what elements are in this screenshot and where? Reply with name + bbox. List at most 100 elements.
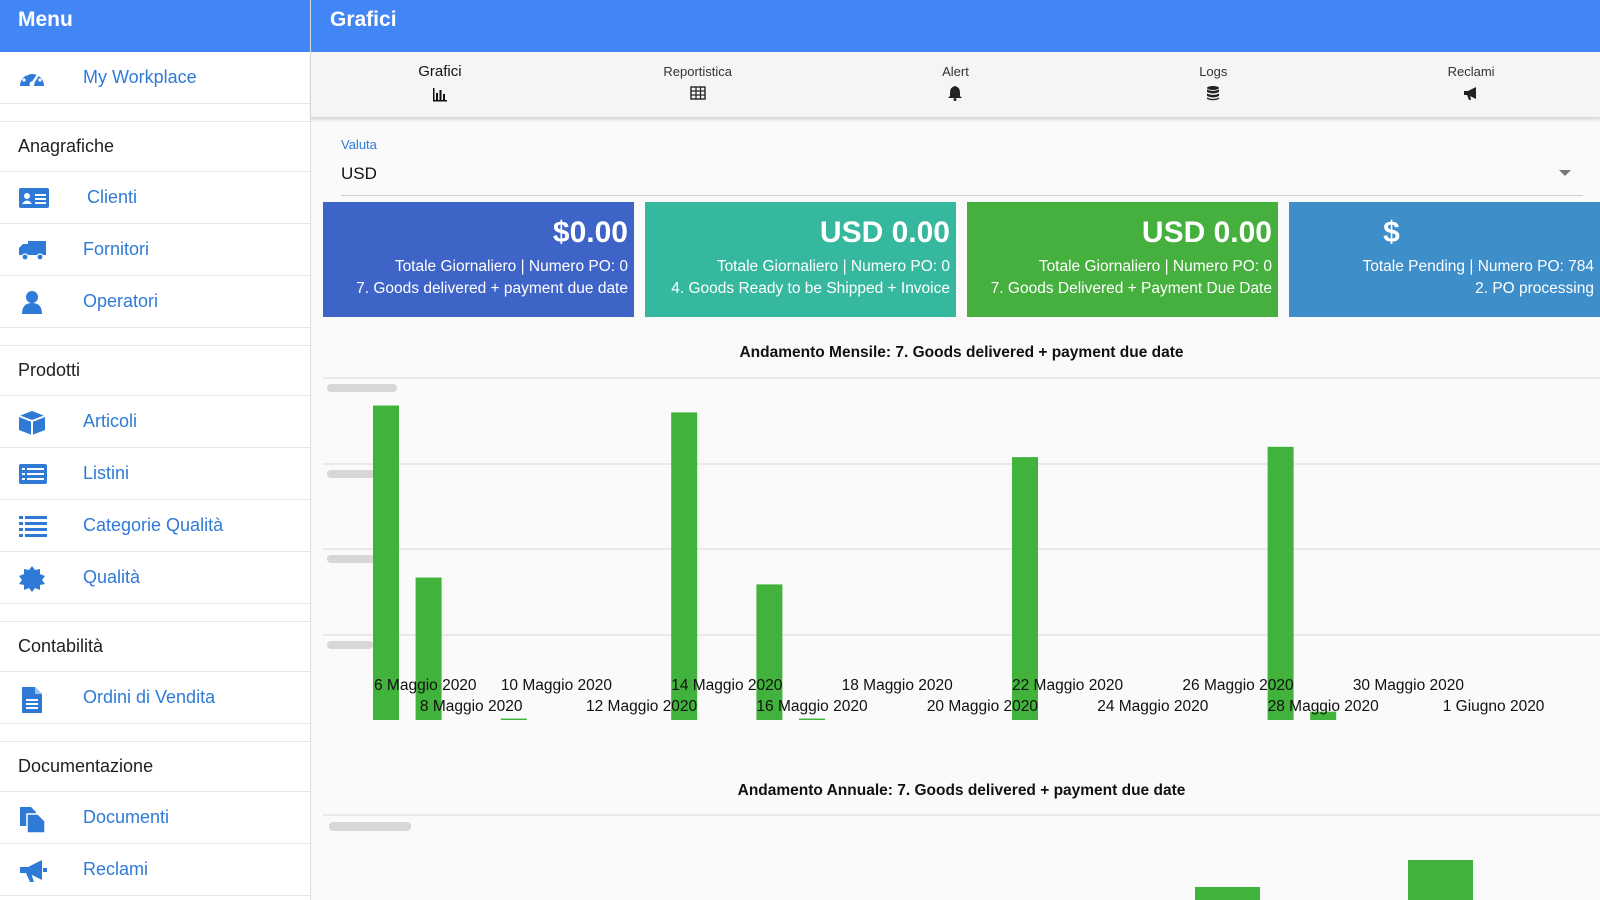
sidebar-item-ordini-di-vendita[interactable]: Ordini di Vendita bbox=[0, 672, 310, 724]
list-icon bbox=[18, 514, 47, 538]
x-tick-label: 14 Maggio 2020 bbox=[671, 677, 783, 694]
tab-reclami[interactable]: Reclami bbox=[1342, 52, 1600, 117]
chart-bar bbox=[500, 718, 527, 720]
tab-alert[interactable]: Alert bbox=[827, 52, 1085, 117]
tab-label: Grafici bbox=[418, 63, 462, 80]
card-subtitle: Totale Giornaliero | Numero PO: 0 bbox=[394, 258, 628, 275]
dashboard-gauge-icon bbox=[18, 66, 46, 90]
y-tick-label-blurred bbox=[329, 822, 411, 831]
tab-label: Logs bbox=[1199, 64, 1228, 79]
section-documentazione: Documentazione bbox=[0, 742, 310, 792]
sidebar-item-operatori[interactable]: Operatori bbox=[0, 276, 310, 328]
card-subtitle: Totale Giornaliero | Numero PO: 0 bbox=[1038, 258, 1272, 275]
x-tick-label: 18 Maggio 2020 bbox=[842, 677, 954, 694]
sidebar-item-label: My Workplace bbox=[83, 67, 197, 87]
sidebar-item-categorie-qualita[interactable]: Categorie Qualità bbox=[0, 500, 310, 552]
y-tick-label-blurred bbox=[327, 555, 381, 563]
annual-bar-chart bbox=[323, 814, 1600, 900]
sidebar-item-label: Fornitori bbox=[83, 239, 150, 259]
y-tick-label-blurred bbox=[327, 641, 373, 649]
card-amount: $ bbox=[1383, 216, 1400, 249]
sidebar-item-label: Listini bbox=[83, 463, 130, 483]
chart-bar bbox=[1195, 887, 1260, 900]
sidebar-item-label: Documenti bbox=[83, 807, 170, 827]
chart-bar bbox=[373, 405, 399, 720]
bar-chart-icon bbox=[432, 86, 448, 102]
certificate-icon bbox=[18, 566, 46, 592]
x-tick-label: 8 Maggio 2020 bbox=[420, 698, 523, 715]
bullhorn-icon bbox=[18, 858, 47, 882]
x-tick-label: 22 Maggio 2020 bbox=[1012, 677, 1124, 694]
currency-value: USD bbox=[341, 164, 377, 183]
chart-title-annual: Andamento Annuale: 7. Goods delivered + … bbox=[737, 782, 1186, 799]
sidebar-item-label: Articoli bbox=[83, 411, 138, 431]
sidebar-item-clienti[interactable]: Clienti bbox=[0, 172, 310, 224]
divider bbox=[0, 724, 310, 742]
divider bbox=[0, 104, 310, 122]
sidebar-item-my-workplace[interactable]: My Workplace bbox=[0, 52, 310, 104]
sidebar-item-qualita[interactable]: Qualità bbox=[0, 552, 310, 604]
section-prodotti: Prodotti bbox=[0, 346, 310, 396]
card-status: 7. Goods Delivered + Payment Due Date bbox=[990, 280, 1272, 297]
sidebar-item-label: Qualità bbox=[83, 567, 141, 587]
sidebar-item-label: Clienti bbox=[87, 187, 138, 207]
file-text-icon bbox=[18, 686, 46, 713]
card-subtitle: Totale Pending | Numero PO: 784 bbox=[1362, 258, 1595, 275]
database-icon bbox=[1205, 85, 1221, 101]
card-status: 2. PO processing bbox=[1475, 280, 1594, 297]
sidebar-item-label: Operatori bbox=[83, 291, 159, 311]
tab-bar: Grafici Reportistica Alert Logs Reclami bbox=[311, 52, 1600, 118]
tab-label: Reclami bbox=[1447, 64, 1495, 79]
summary-card: $ Totale Pending | Numero PO: 784 2. PO … bbox=[1289, 202, 1600, 317]
sidebar-item-articoli[interactable]: Articoli bbox=[0, 396, 310, 448]
x-tick-label: 26 Maggio 2020 bbox=[1182, 677, 1294, 694]
chart-bar bbox=[671, 412, 698, 720]
summary-card: USD 0.00 Totale Giornaliero | Numero PO:… bbox=[645, 202, 956, 317]
sidebar-item-listini[interactable]: Listini bbox=[0, 448, 310, 500]
tab-grafici[interactable]: Grafici bbox=[311, 52, 569, 117]
summary-card: USD 0.00 Totale Giornaliero | Numero PO:… bbox=[967, 202, 1278, 317]
main-content: Grafici Grafici Reportistica Alert Logs … bbox=[311, 0, 1600, 900]
tab-label: Alert bbox=[942, 64, 969, 79]
sidebar-title: Menu bbox=[0, 0, 310, 52]
y-tick-label-blurred bbox=[327, 384, 397, 392]
currency-label: Valuta bbox=[341, 137, 377, 152]
currency-select[interactable]: Valuta USD bbox=[341, 137, 1583, 196]
x-tick-label: 24 Maggio 2020 bbox=[1097, 698, 1209, 715]
summary-card: $0.00 Totale Giornaliero | Numero PO: 0 … bbox=[323, 202, 634, 317]
monthly-bar-chart: 6 Maggio 2020 8 Maggio 2020 10 Maggio 2020… bbox=[323, 377, 1600, 720]
sidebar: Menu My Workplace Anagrafiche Clienti Fo… bbox=[0, 0, 311, 900]
tab-reportistica[interactable]: Reportistica bbox=[569, 52, 827, 117]
x-tick-label: 1 Giugno 2020 bbox=[1443, 698, 1545, 715]
card-amount: $0.00 bbox=[552, 216, 628, 249]
x-tick-label: 6 Maggio 2020 bbox=[374, 677, 477, 694]
truck-icon bbox=[18, 238, 46, 262]
sidebar-item-label: Categorie Qualità bbox=[83, 515, 224, 535]
tab-logs[interactable]: Logs bbox=[1084, 52, 1342, 117]
tab-label: Reportistica bbox=[663, 64, 733, 79]
sidebar-item-documenti[interactable]: Documenti bbox=[0, 792, 310, 844]
bullhorn-icon bbox=[1463, 85, 1479, 101]
files-icon bbox=[18, 806, 46, 834]
card-subtitle: Totale Giornaliero | Numero PO: 0 bbox=[716, 258, 950, 275]
chart-bar bbox=[799, 718, 825, 720]
divider bbox=[0, 604, 310, 622]
bell-icon bbox=[947, 85, 963, 101]
cube-icon bbox=[18, 410, 46, 435]
chevron-down-icon bbox=[1559, 170, 1571, 176]
id-card-icon bbox=[18, 186, 49, 210]
x-tick-label: 10 Maggio 2020 bbox=[501, 677, 613, 694]
table-icon bbox=[689, 85, 706, 101]
divider bbox=[0, 328, 310, 346]
card-status: 7. Goods delivered + payment due date bbox=[356, 280, 628, 297]
section-contabilita: Contabilità bbox=[0, 622, 310, 672]
sidebar-item-fornitori[interactable]: Fornitori bbox=[0, 224, 310, 276]
card-amount: USD 0.00 bbox=[1141, 216, 1272, 249]
x-tick-label: 28 Maggio 2020 bbox=[1268, 698, 1380, 715]
sidebar-item-reclami[interactable]: Reclami bbox=[0, 844, 310, 896]
list-alt-icon bbox=[18, 462, 47, 486]
user-icon bbox=[18, 290, 46, 314]
x-tick-label: 20 Maggio 2020 bbox=[927, 698, 1039, 715]
page-title: Grafici bbox=[311, 0, 1600, 52]
section-anagrafiche: Anagrafiche bbox=[0, 122, 310, 172]
